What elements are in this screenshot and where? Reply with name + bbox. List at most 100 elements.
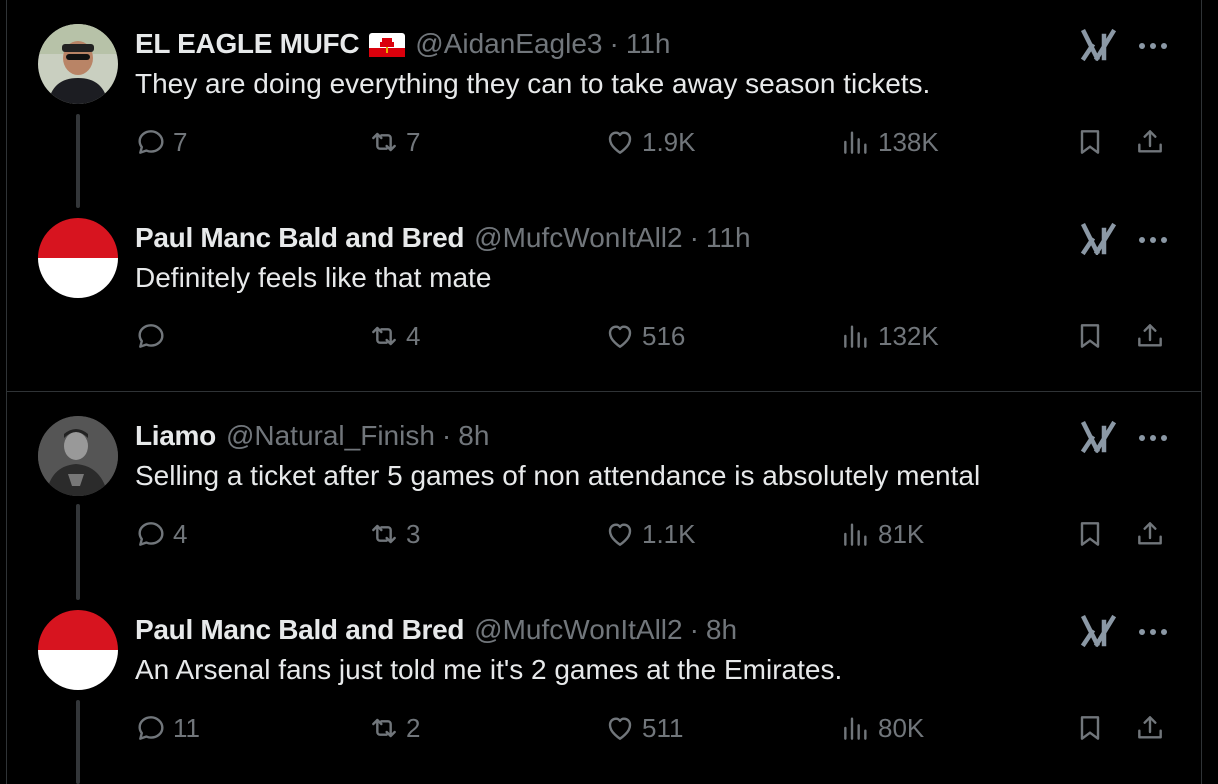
repost-button[interactable]: 7 xyxy=(368,112,420,172)
more-options-button[interactable] xyxy=(1133,420,1173,456)
grok-icon[interactable] xyxy=(1080,418,1118,456)
separator-dot: · xyxy=(441,420,452,451)
tweet-text: Selling a ticket after 5 games of non at… xyxy=(135,460,981,491)
reply-button[interactable]: 4 xyxy=(135,504,187,564)
tweet-text: They are doing everything they can to ta… xyxy=(135,68,931,99)
like-button[interactable]: 516 xyxy=(604,306,685,366)
action-bar: 11 2 511 80K xyxy=(0,698,1218,758)
display-name[interactable]: Paul Manc Bald and Bred xyxy=(135,222,464,254)
repost-icon xyxy=(372,524,396,544)
views-icon xyxy=(844,325,867,348)
like-button[interactable]: 1.9K xyxy=(604,112,696,172)
view-count: 81K xyxy=(878,518,925,549)
more-options-button[interactable] xyxy=(1133,28,1173,64)
avatar[interactable] xyxy=(38,416,118,496)
action-bar: 4 3 1.1K 81K xyxy=(0,504,1218,564)
gibraltar-flag-icon xyxy=(369,32,406,57)
repost-icon xyxy=(372,326,396,346)
views-icon xyxy=(844,523,867,546)
repost-button[interactable]: 3 xyxy=(368,504,420,564)
separator-dot: · xyxy=(689,222,699,253)
reply-count: 4 xyxy=(173,518,188,549)
reply-button[interactable]: 11 xyxy=(135,698,200,758)
view-count: 138K xyxy=(878,126,939,157)
views-button[interactable]: 80K xyxy=(840,698,924,758)
tweet-header: Paul Manc Bald and Bred @MufcWonItAll2 ·… xyxy=(135,220,751,256)
reply-icon xyxy=(138,324,164,348)
view-count: 132K xyxy=(878,320,939,351)
display-name[interactable]: Paul Manc Bald and Bred xyxy=(135,614,464,646)
grok-icon[interactable] xyxy=(1080,26,1118,64)
user-handle[interactable]: @MufcWonItAll2 xyxy=(474,614,682,646)
views-button[interactable]: 132K xyxy=(840,306,939,366)
share-button[interactable] xyxy=(1134,698,1166,758)
bookmark-icon xyxy=(1080,522,1100,546)
views-icon xyxy=(844,717,867,740)
tweet[interactable]: EL EAGLE MUFC @AidanEagle3 · 11h They ar… xyxy=(0,0,1218,208)
reply-icon xyxy=(138,522,164,546)
like-count: 516 xyxy=(642,320,686,351)
like-button[interactable]: 511 xyxy=(604,698,683,758)
repost-icon xyxy=(372,132,396,152)
tweet-header: Liamo @Natural_Finish · 8h xyxy=(135,418,489,454)
action-bar: 7 7 1.9K 138K xyxy=(0,112,1218,172)
tweet-text: Definitely feels like that mate xyxy=(135,262,492,293)
tweet[interactable]: Paul Manc Bald and Bred @MufcWonItAll2 ·… xyxy=(0,586,1218,784)
tweet[interactable]: Paul Manc Bald and Bred @MufcWonItAll2 ·… xyxy=(0,194,1218,388)
action-bar: 4 516 132K xyxy=(0,306,1218,366)
more-options-button[interactable] xyxy=(1133,614,1173,650)
user-handle[interactable]: @Natural_Finish xyxy=(226,420,435,452)
reply-button[interactable] xyxy=(135,306,173,366)
grok-icon[interactable] xyxy=(1080,612,1118,650)
timestamp[interactable]: 8h xyxy=(458,420,489,452)
like-count: 1.1K xyxy=(642,518,696,549)
bookmark-button[interactable] xyxy=(1074,112,1106,172)
share-button[interactable] xyxy=(1134,504,1166,564)
views-button[interactable]: 81K xyxy=(840,504,924,564)
bookmark-button[interactable] xyxy=(1074,504,1106,564)
user-handle[interactable]: @AidanEagle3 xyxy=(415,28,602,60)
avatar[interactable] xyxy=(38,218,118,298)
bookmark-button[interactable] xyxy=(1074,306,1106,366)
views-button[interactable]: 138K xyxy=(840,112,939,172)
bookmark-icon xyxy=(1080,130,1100,154)
reply-count: 11 xyxy=(173,712,200,743)
like-button[interactable]: 1.1K xyxy=(604,504,696,564)
avatar[interactable] xyxy=(38,610,118,690)
view-count: 80K xyxy=(878,712,925,743)
repost-count: 2 xyxy=(406,712,421,743)
tweet-header: Paul Manc Bald and Bred @MufcWonItAll2 ·… xyxy=(135,612,737,648)
repost-count: 7 xyxy=(406,126,421,157)
timestamp[interactable]: 8h xyxy=(706,614,737,646)
share-icon xyxy=(1138,522,1162,545)
timestamp[interactable]: 11h xyxy=(626,28,671,60)
reply-button[interactable]: 7 xyxy=(135,112,187,172)
separator-dot: · xyxy=(609,28,619,59)
user-handle[interactable]: @MufcWonItAll2 xyxy=(474,222,682,254)
share-button[interactable] xyxy=(1134,112,1166,172)
more-options-button[interactable] xyxy=(1133,222,1173,258)
heart-icon xyxy=(608,717,632,740)
repost-button[interactable]: 4 xyxy=(368,306,420,366)
display-name[interactable]: EL EAGLE MUFC xyxy=(135,28,360,60)
timestamp[interactable]: 11h xyxy=(706,222,751,254)
bookmark-icon xyxy=(1080,716,1100,740)
bookmark-button[interactable] xyxy=(1074,698,1106,758)
repost-button[interactable]: 2 xyxy=(368,698,420,758)
tweet-header: EL EAGLE MUFC @AidanEagle3 · 11h xyxy=(135,26,670,62)
repost-count: 3 xyxy=(406,518,421,549)
reply-count: 7 xyxy=(173,126,188,157)
reply-icon xyxy=(138,716,164,740)
like-count: 1.9K xyxy=(642,126,696,157)
grok-icon[interactable] xyxy=(1080,220,1118,258)
share-button[interactable] xyxy=(1134,306,1166,366)
avatar[interactable] xyxy=(38,24,118,104)
display-name[interactable]: Liamo xyxy=(135,420,216,452)
separator-dot: · xyxy=(689,614,699,645)
heart-icon xyxy=(608,325,632,348)
share-icon xyxy=(1138,324,1162,347)
tweet[interactable]: Liamo @Natural_Finish · 8h Selling a tic… xyxy=(0,392,1218,600)
share-icon xyxy=(1138,716,1162,739)
tweet-text: An Arsenal fans just told me it's 2 game… xyxy=(135,654,843,685)
repost-count: 4 xyxy=(406,320,421,351)
